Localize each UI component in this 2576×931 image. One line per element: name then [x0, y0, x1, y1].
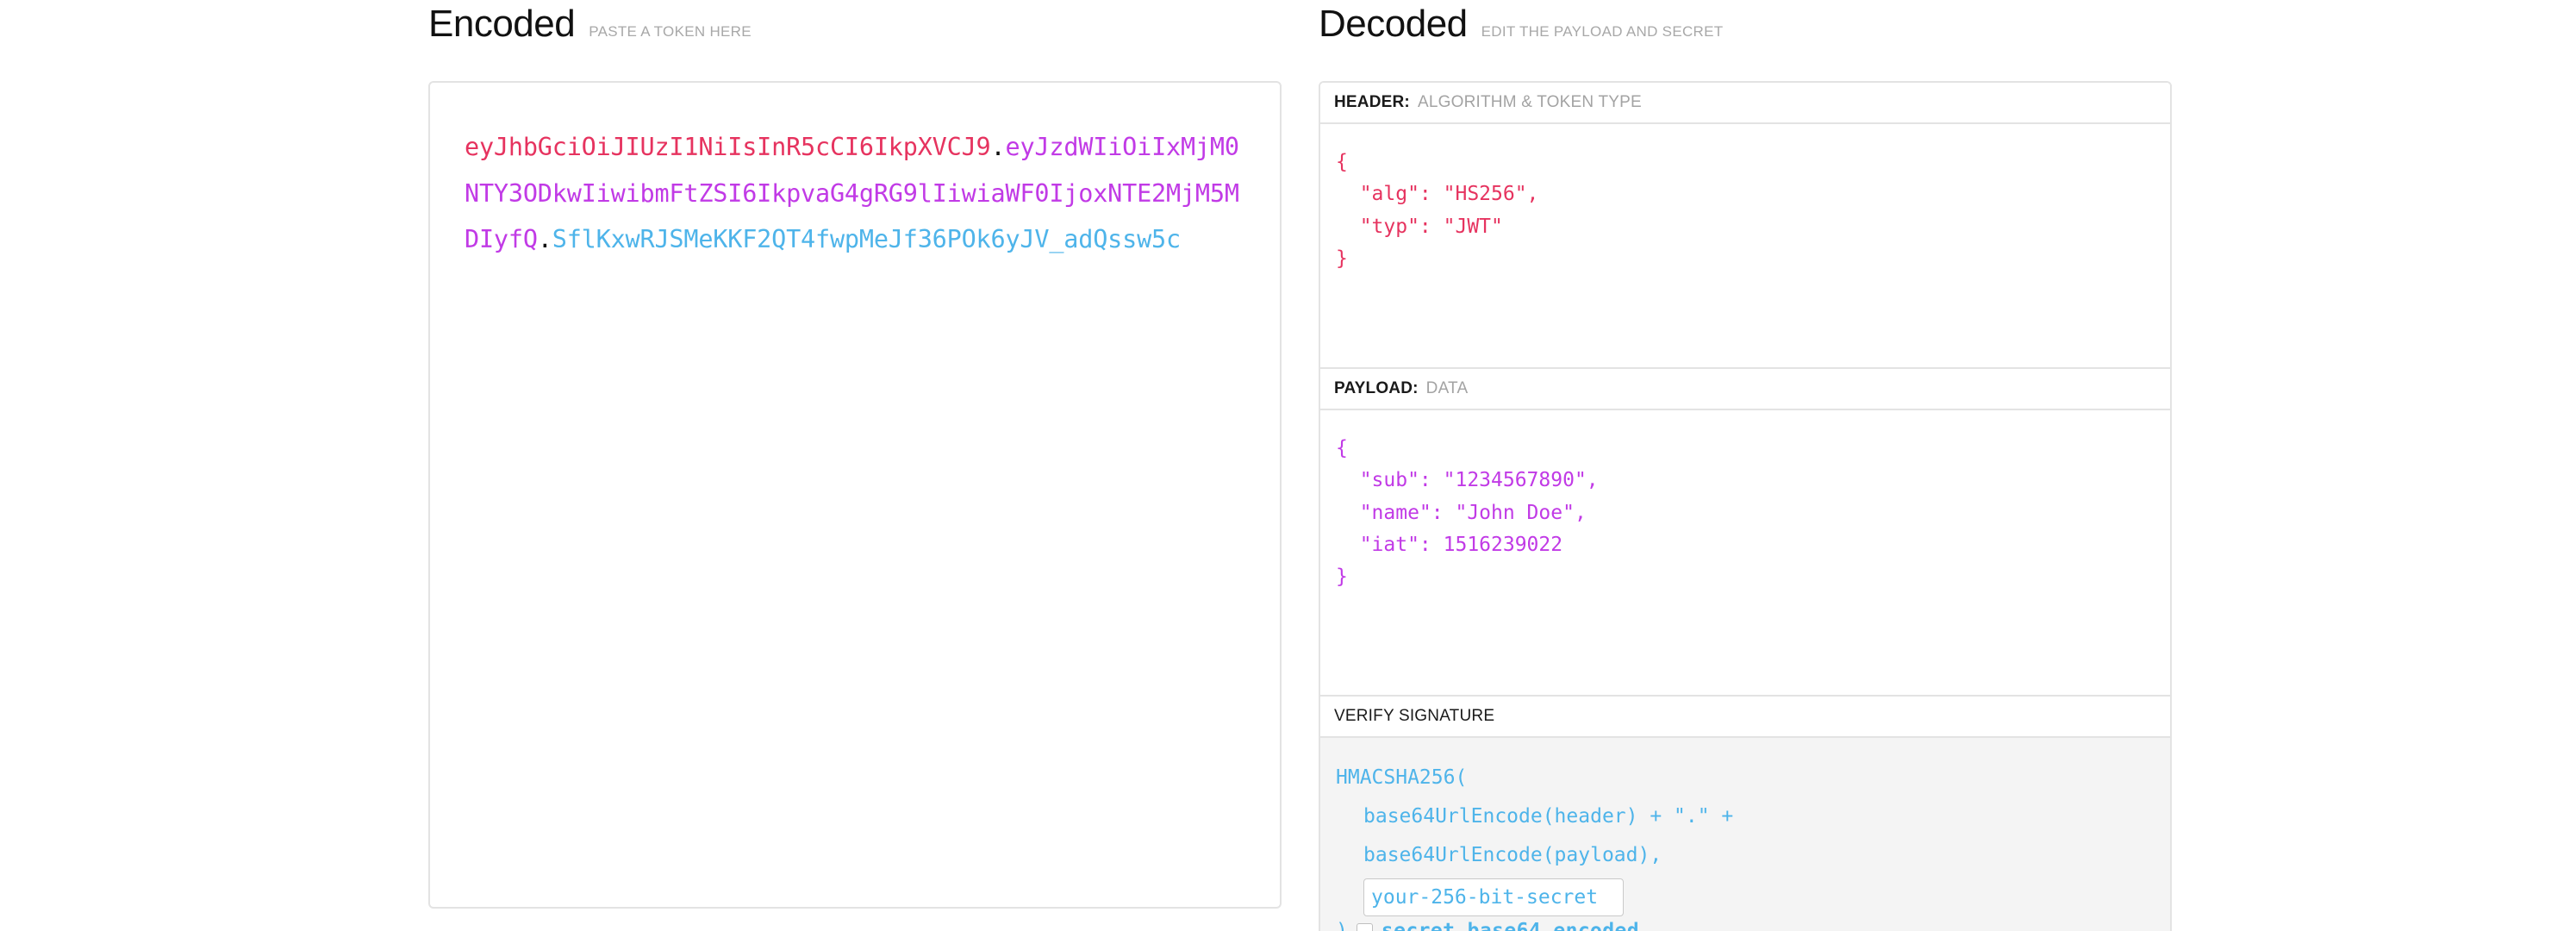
- jwt-separator-2: .: [538, 225, 552, 253]
- secret-base64-checkbox[interactable]: [1357, 923, 1373, 931]
- secret-base64-label[interactable]: secret base64 encoded: [1382, 922, 1639, 931]
- encoded-subtitle: PASTE A TOKEN HERE: [589, 23, 752, 41]
- decoded-stack: HEADER: ALGORITHM & TOKEN TYPE { "alg": …: [1319, 81, 2172, 931]
- encoded-column: Encoded PASTE A TOKEN HERE eyJhbGciOiJIU…: [428, 0, 1282, 909]
- header-json[interactable]: { "alg": "HS256", "typ": "JWT" }: [1336, 147, 2155, 345]
- header-label-weak: ALGORITHM & TOKEN TYPE: [1418, 93, 1642, 112]
- signature-label: VERIFY SIGNATURE: [1334, 707, 1494, 726]
- signature-line-header-encode: base64UrlEncode(header) + "." +: [1336, 797, 2155, 836]
- header-code-area[interactable]: { "alg": "HS256", "typ": "JWT" }: [1320, 124, 2170, 369]
- jwt-signature-segment: SflKxwRJSMeKKF2QT4fwpMeJf36POk6yJV_adQss…: [552, 225, 1181, 253]
- encoded-title: Encoded: [428, 5, 575, 43]
- jwt-token-text[interactable]: eyJhbGciOiJIUzI1NiIsInR5cCI6IkpXVCJ9.eyJ…: [465, 124, 1245, 263]
- secret-input[interactable]: [1363, 878, 1624, 916]
- payload-json[interactable]: { "sub": "1234567890", "name": "John Doe…: [1336, 433, 2155, 672]
- signature-closing-row: ) secret base64 encoded: [1336, 922, 2155, 931]
- encoded-heading: Encoded PASTE A TOKEN HERE: [428, 0, 1282, 62]
- payload-section-label: PAYLOAD: DATA: [1320, 369, 2170, 410]
- header-section-label: HEADER: ALGORITHM & TOKEN TYPE: [1320, 83, 2170, 124]
- signature-section-label: VERIFY SIGNATURE: [1320, 697, 2170, 738]
- payload-code-area[interactable]: { "sub": "1234567890", "name": "John Doe…: [1320, 410, 2170, 697]
- decoded-subtitle: EDIT THE PAYLOAD AND SECRET: [1481, 23, 1724, 41]
- header-label-strong: HEADER:: [1334, 93, 1410, 112]
- signature-line-payload-encode: base64UrlEncode(payload),: [1336, 836, 2155, 875]
- secret-field-wrapper: [1336, 878, 2155, 916]
- signature-line-hmac: HMACSHA256(: [1336, 759, 2155, 797]
- encoded-token-box[interactable]: eyJhbGciOiJIUzI1NiIsInR5cCI6IkpXVCJ9.eyJ…: [428, 81, 1282, 909]
- jwt-debugger-page: Encoded PASTE A TOKEN HERE eyJhbGciOiJIU…: [0, 0, 2576, 931]
- decoded-heading: Decoded EDIT THE PAYLOAD AND SECRET: [1319, 0, 2172, 62]
- decoded-column: Decoded EDIT THE PAYLOAD AND SECRET HEAD…: [1319, 0, 2172, 931]
- jwt-separator-1: .: [991, 133, 1006, 161]
- decoded-title: Decoded: [1319, 5, 1468, 43]
- closing-paren: ): [1336, 922, 1348, 931]
- payload-label-strong: PAYLOAD:: [1334, 379, 1419, 398]
- signature-code-area: HMACSHA256( base64UrlEncode(header) + ".…: [1320, 738, 2170, 931]
- jwt-header-segment: eyJhbGciOiJIUzI1NiIsInR5cCI6IkpXVCJ9: [465, 133, 991, 161]
- payload-label-weak: DATA: [1426, 379, 1469, 398]
